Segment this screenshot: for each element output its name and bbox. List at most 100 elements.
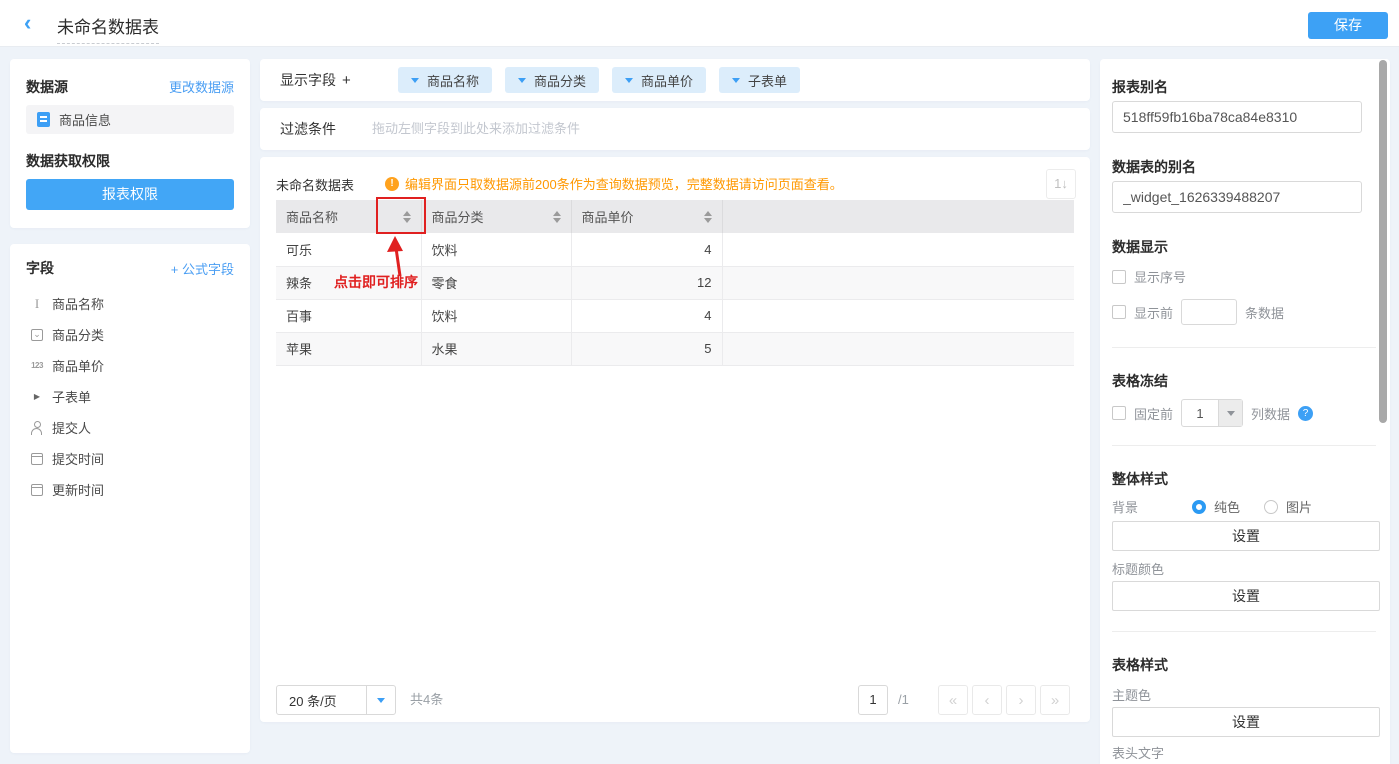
warning-text: 编辑界面只取数据源前200条作为查询数据预览，完整数据请访问页面查看。 xyxy=(405,177,843,192)
cell: 百事 xyxy=(276,299,422,333)
image-label: 图片 xyxy=(1286,500,1313,515)
table-row[interactable]: 百事 饮料 4 xyxy=(276,299,1074,333)
field-label: 提交人 xyxy=(52,421,92,436)
show-first-row: 显示前 条数据 xyxy=(1112,299,1284,325)
subform-expand-icon[interactable]: ▶ xyxy=(26,392,48,401)
field-label: 商品单价 xyxy=(52,359,105,374)
header-text-label: 表头文字 xyxy=(1112,746,1165,761)
chevron-down-icon[interactable] xyxy=(411,77,419,83)
theme-color-set-button[interactable]: 设置 xyxy=(1112,707,1380,737)
row-limit-input[interactable] xyxy=(1181,299,1238,325)
show-index-row: 显示序号 xyxy=(1112,267,1186,286)
freeze-title: 表格冻结 xyxy=(1112,373,1168,389)
add-display-field-button[interactable]: + xyxy=(342,72,351,89)
next-page-button[interactable]: › xyxy=(1006,685,1036,715)
back-icon[interactable]: ‹ xyxy=(24,9,31,37)
add-formula-field-link[interactable]: + 公式字段 xyxy=(171,259,234,278)
image-radio[interactable] xyxy=(1264,499,1279,514)
cell-empty xyxy=(722,332,1074,366)
scrollbar-thumb[interactable] xyxy=(1379,60,1387,423)
filter-bar[interactable]: 过滤条件 拖动左侧字段到此处来添加过滤条件 xyxy=(260,108,1090,150)
filter-label: 过滤条件 xyxy=(280,121,336,137)
annotation-text: 点击即可排序 xyxy=(334,274,418,290)
chip-label: 商品单价 xyxy=(641,73,694,89)
field-item-submitter[interactable]: 提交人 xyxy=(26,412,234,443)
display-field-chip[interactable]: 商品单价 xyxy=(612,67,707,93)
cell: 零食 xyxy=(421,266,572,300)
field-item-product-name[interactable]: I 商品名称 xyxy=(26,288,234,319)
chip-label: 商品分类 xyxy=(534,73,587,89)
calendar-icon xyxy=(26,483,48,496)
data-display-title: 数据显示 xyxy=(1112,239,1168,255)
display-field-chip[interactable]: 商品分类 xyxy=(505,67,600,93)
sort-icon[interactable] xyxy=(552,210,561,223)
field-item-subform[interactable]: ▶ 子表单 xyxy=(26,381,234,412)
cell: 苹果 xyxy=(276,332,422,366)
field-item-submit-time[interactable]: 提交时间 xyxy=(26,443,234,474)
theme-color-label: 主题色 xyxy=(1112,688,1152,703)
cell-empty xyxy=(722,299,1074,333)
field-item-product-price[interactable]: 123 商品单价 xyxy=(26,350,234,381)
chevron-down-icon[interactable] xyxy=(625,77,634,83)
save-button[interactable]: 保存 xyxy=(1308,12,1388,39)
page-size-select[interactable]: 20 条/页 xyxy=(276,685,396,715)
show-first-label: 显示前 xyxy=(1134,305,1174,321)
solid-color-radio[interactable] xyxy=(1192,499,1206,514)
table-style-title: 表格样式 xyxy=(1112,657,1168,673)
field-item-product-category[interactable]: ⌄ 商品分类 xyxy=(26,319,234,350)
report-permission-button[interactable]: 报表权限 xyxy=(26,179,234,210)
display-field-chip[interactable]: 子表单 xyxy=(719,67,801,93)
help-icon[interactable]: ? xyxy=(1298,405,1314,421)
column-header[interactable]: 商品分类 xyxy=(421,200,572,233)
chevron-down-icon[interactable] xyxy=(732,77,741,83)
display-field-chip[interactable]: 商品名称 xyxy=(398,67,493,93)
table-alias-input[interactable] xyxy=(1112,181,1362,213)
field-label: 提交时间 xyxy=(52,452,105,467)
freeze-row: 固定前 1 列数据 ? xyxy=(1112,399,1314,427)
cell: 4 xyxy=(571,233,723,267)
total-count-label: 共4条 xyxy=(410,692,444,707)
report-alias-label: 报表别名 xyxy=(1112,79,1168,95)
background-set-button[interactable]: 设置 xyxy=(1112,521,1380,551)
freeze-checkbox[interactable] xyxy=(1112,406,1126,420)
prev-page-button[interactable]: ‹ xyxy=(972,685,1002,715)
first-page-button[interactable]: « xyxy=(938,685,968,715)
show-index-label: 显示序号 xyxy=(1134,270,1187,285)
title-color-label: 标题颜色 xyxy=(1112,562,1165,577)
cell-empty xyxy=(722,266,1074,300)
fields-title: 字段 xyxy=(26,260,54,276)
chevron-down-icon[interactable] xyxy=(366,686,395,714)
fields-panel: 字段 + 公式字段 I 商品名称 ⌄ 商品分类 123 商品单价 ▶ 子表单 提… xyxy=(10,244,250,753)
table-alias-label: 数据表的别名 xyxy=(1112,159,1196,175)
datasource-panel: 数据源 更改数据源 商品信息 数据获取权限 报表权限 xyxy=(10,59,250,228)
sort-icon[interactable] xyxy=(703,210,712,223)
report-alias-input[interactable] xyxy=(1112,101,1362,133)
freeze-suffix-label: 列数据 xyxy=(1251,406,1291,422)
cell: 5 xyxy=(571,332,723,366)
freeze-col-select[interactable]: 1 xyxy=(1181,399,1244,427)
field-item-update-time[interactable]: 更新时间 xyxy=(26,474,234,505)
sort-order-icon[interactable]: 1↓ xyxy=(1046,169,1076,199)
datasource-name: 商品信息 xyxy=(59,113,112,128)
last-page-button[interactable]: » xyxy=(1040,685,1070,715)
divider xyxy=(1112,347,1376,348)
field-label: 子表单 xyxy=(52,390,92,405)
chevron-down-icon[interactable] xyxy=(518,77,527,83)
title-color-set-button[interactable]: 设置 xyxy=(1112,581,1380,611)
cell: 12 xyxy=(571,266,723,300)
page-title[interactable]: 未命名数据表 xyxy=(57,13,159,44)
background-row: 背景 纯色 图片 xyxy=(1112,497,1312,516)
column-header[interactable]: 商品单价 xyxy=(571,200,723,233)
freeze-prefix-label: 固定前 xyxy=(1134,406,1174,422)
show-index-checkbox[interactable] xyxy=(1112,269,1126,284)
column-header-empty xyxy=(722,200,1074,233)
cell-empty xyxy=(722,233,1074,267)
show-first-checkbox[interactable] xyxy=(1112,305,1126,319)
datasource-item[interactable]: 商品信息 xyxy=(26,105,234,134)
divider xyxy=(1112,631,1376,632)
change-datasource-link[interactable]: 更改数据源 xyxy=(169,77,234,97)
current-page-box[interactable]: 1 xyxy=(858,685,888,715)
display-fields-label: 显示字段 xyxy=(280,72,336,88)
chevron-down-icon[interactable] xyxy=(1218,400,1243,426)
table-row[interactable]: 苹果 水果 5 xyxy=(276,332,1074,366)
